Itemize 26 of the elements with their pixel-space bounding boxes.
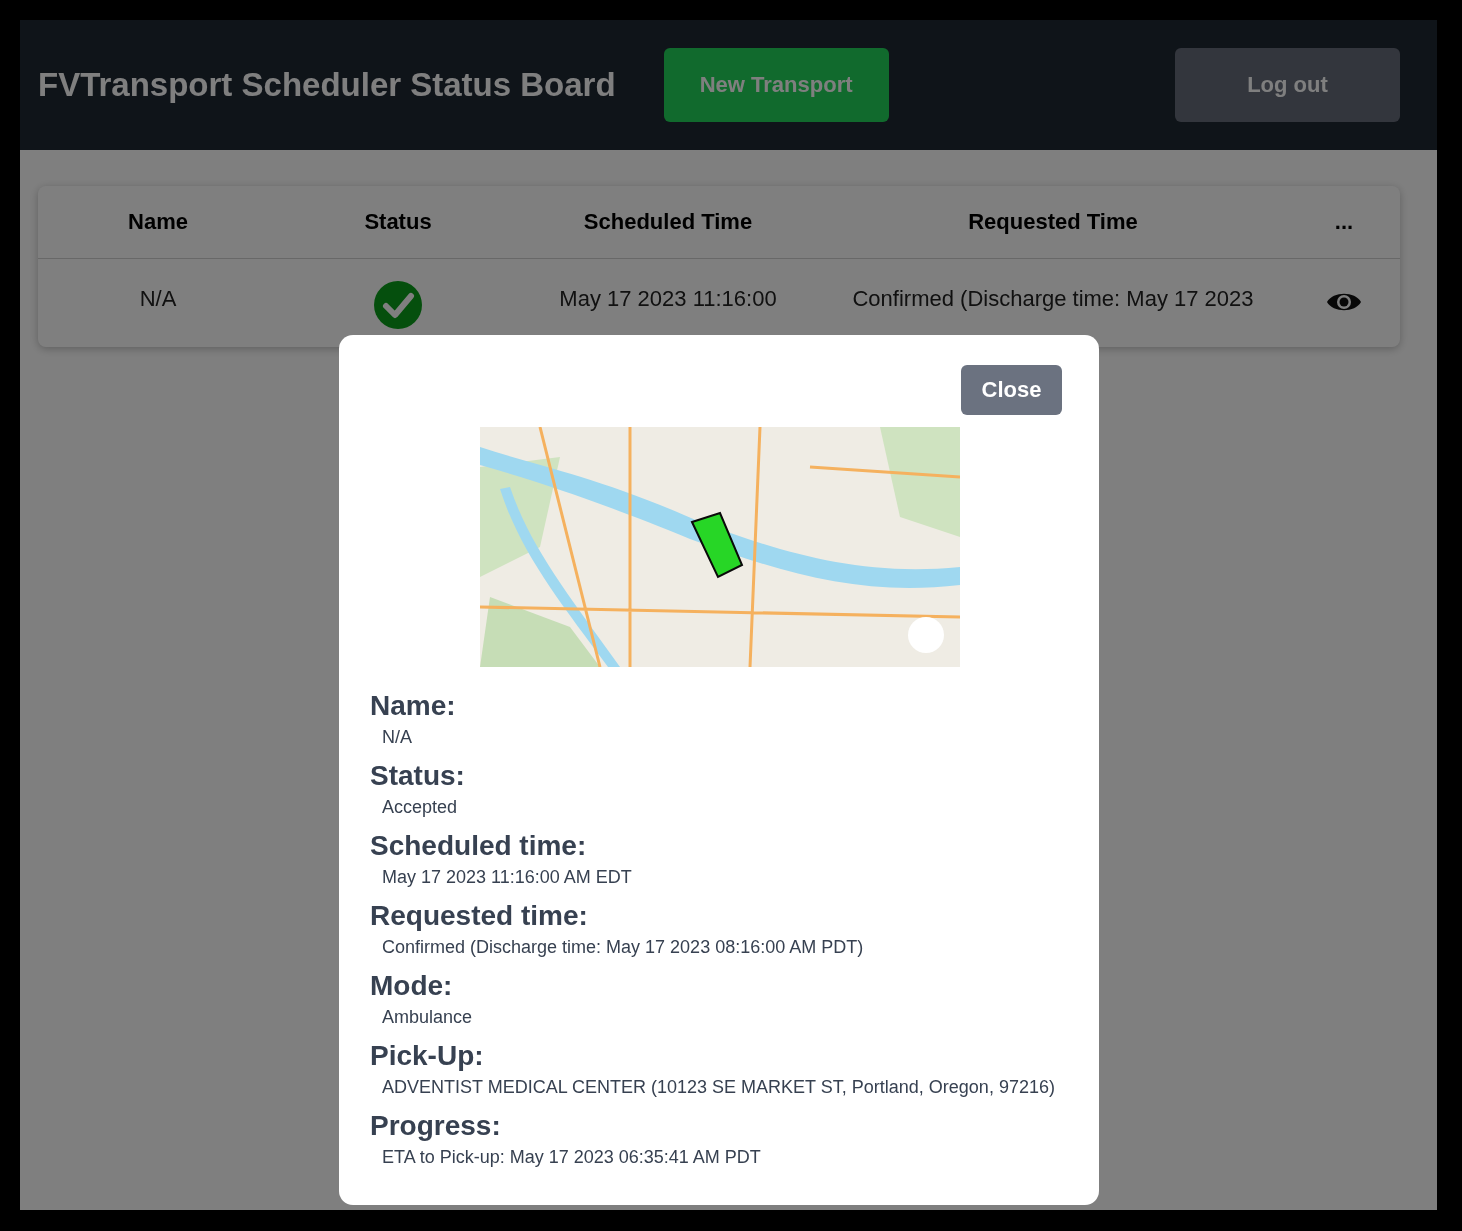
field-value: May 17 2023 11:16:00 AM EDT bbox=[382, 866, 632, 889]
table-cell-text: May 17 2023 11:16:00 bbox=[558, 285, 778, 313]
column-header: Requested Time bbox=[818, 186, 1288, 259]
column-header: ... bbox=[1288, 186, 1400, 259]
field-label: Pick-Up: bbox=[370, 1039, 485, 1073]
field-value: Ambulance bbox=[382, 1006, 473, 1029]
column-header: Status bbox=[278, 186, 518, 259]
field-value: ETA to Pick-up: May 17 2023 06:35:41 AM PDT bbox=[382, 1146, 761, 1169]
field-label: Scheduled time: bbox=[370, 829, 588, 863]
field-label: Mode: bbox=[370, 969, 454, 1003]
field-value: Accepted bbox=[382, 796, 458, 819]
table-cell-text: Confirmed (Discharge time: May 17 2023 bbox=[851, 285, 1255, 313]
field-label: Name: bbox=[370, 689, 457, 723]
new-transport-button[interactable]: New Transport bbox=[663, 48, 889, 122]
logout-button[interactable]: Log out bbox=[1175, 48, 1400, 122]
field-value: N/A bbox=[382, 726, 412, 749]
field-label: Status: bbox=[370, 759, 466, 793]
table-cell-text: N/A bbox=[138, 285, 178, 313]
field-value: ADVENTIST MEDICAL CENTER (10123 SE MARKET ST, Portland, Oregon, 97216) bbox=[382, 1076, 1055, 1099]
column-header: Scheduled Time bbox=[518, 186, 818, 259]
field-label: Progress: bbox=[370, 1109, 502, 1143]
close-button[interactable]: Close bbox=[961, 365, 1062, 415]
column-header: Name bbox=[38, 186, 278, 259]
field-label: Requested time: bbox=[370, 899, 589, 933]
page-title: FVTransport Scheduler Status Board bbox=[38, 66, 616, 104]
field-value: Confirmed (Discharge time: May 17 2023 08:16:00 AM PDT) bbox=[382, 936, 864, 959]
